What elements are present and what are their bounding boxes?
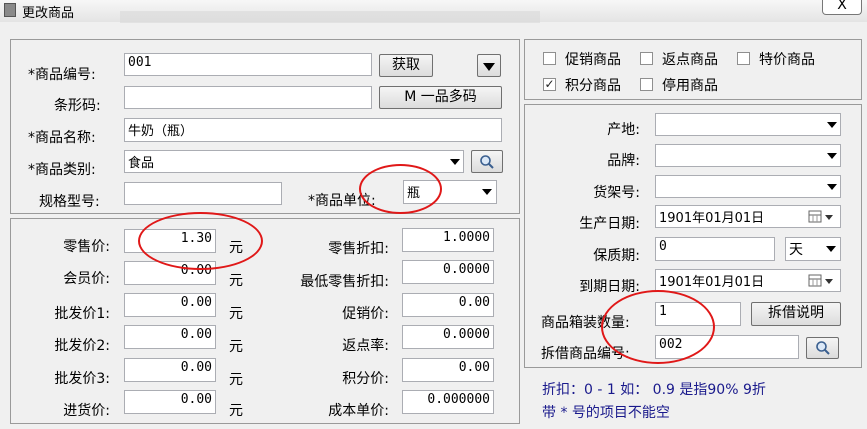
annotation-circle-retail-price: [138, 212, 263, 270]
rebate-rate-label: 返点率:: [342, 338, 389, 354]
annotation-circle-box-quantity: [601, 290, 715, 364]
product-name-input[interactable]: 牛奶（瓶）: [124, 118, 502, 142]
split-code-search-button[interactable]: [806, 337, 839, 359]
rebate-rate-input[interactable]: 0.0000: [402, 325, 494, 349]
window-app-icon: [4, 3, 16, 17]
product-category-label: *商品类别:: [28, 162, 96, 178]
shelf-number-select[interactable]: [655, 175, 841, 198]
promo-product-label: 促销商品: [565, 52, 621, 68]
special-product-checkbox[interactable]: [737, 52, 750, 65]
rebate-product-label: 返点商品: [662, 52, 718, 68]
brand-dropdown-arrow-icon[interactable]: [827, 153, 837, 159]
calendar-dropdown-icon[interactable]: [808, 210, 838, 224]
purchase-price-input[interactable]: 0.00: [124, 390, 216, 414]
retail-price-label: 零售价:: [63, 239, 110, 255]
window-title: 更改商品: [22, 6, 75, 21]
wholesale-price-2-label: 批发价2:: [54, 338, 110, 354]
fetch-button[interactable]: 获取: [379, 54, 433, 77]
barcode-input[interactable]: [124, 86, 372, 109]
cost-unit-price-label: 成本单价:: [328, 403, 389, 419]
wholesale-price-1-label: 批发价1:: [54, 306, 110, 322]
promo-price-label: 促销价:: [342, 306, 389, 322]
disabled-product-label: 停用商品: [662, 78, 718, 94]
calendar-icon: [808, 210, 833, 223]
calendar-icon: [808, 274, 833, 287]
spec-label: 规格型号:: [39, 194, 100, 210]
shelf-dropdown-arrow-icon[interactable]: [827, 184, 837, 190]
annotation-circle-unit: [359, 164, 442, 214]
yuan-unit-label: 元: [229, 372, 243, 388]
points-product-checkbox[interactable]: ✓: [543, 78, 556, 91]
wholesale-price-3-input[interactable]: 0.00: [124, 358, 216, 382]
min-retail-discount-input[interactable]: 0.0000: [402, 260, 494, 284]
yuan-unit-label: 元: [229, 403, 243, 419]
spec-input[interactable]: [124, 182, 282, 205]
promo-product-checkbox[interactable]: [543, 52, 556, 65]
retail-discount-input[interactable]: 1.0000: [402, 228, 494, 252]
member-price-label: 会员价:: [63, 271, 110, 287]
product-name-label: *商品名称:: [28, 130, 96, 146]
search-icon: [815, 341, 830, 355]
category-dropdown-arrow-icon[interactable]: [450, 159, 460, 165]
discount-hint: 折扣：0 - 1 如： 0.9 是指90% 9折: [542, 382, 766, 398]
yuan-unit-label: 元: [229, 273, 243, 289]
origin-select[interactable]: [655, 113, 841, 136]
shelf-life-label: 保质期:: [593, 248, 640, 264]
product-code-input[interactable]: 001: [124, 53, 372, 76]
category-search-button[interactable]: [471, 150, 503, 173]
points-price-label: 积分价:: [342, 371, 389, 387]
cost-unit-price-input[interactable]: 0.000000: [402, 390, 494, 414]
special-product-label: 特价商品: [759, 52, 815, 68]
split-explanation-button[interactable]: 拆借说明: [751, 302, 841, 326]
required-fields-hint: 带 * 号的项目不能空: [542, 405, 670, 421]
close-button[interactable]: X: [822, 0, 862, 15]
purchase-price-label: 进货价:: [63, 403, 110, 419]
min-retail-discount-label: 最低零售折扣:: [300, 274, 389, 290]
shelf-life-unit-dropdown-arrow-icon[interactable]: [826, 246, 836, 252]
promo-price-input[interactable]: 0.00: [402, 293, 494, 317]
multi-code-button[interactable]: M 一品多码: [379, 86, 502, 109]
yuan-unit-label: 元: [229, 306, 243, 322]
shelf-life-input[interactable]: 0: [655, 237, 775, 261]
search-icon: [480, 155, 494, 169]
rebate-product-checkbox[interactable]: [640, 52, 653, 65]
points-price-input[interactable]: 0.00: [402, 358, 494, 382]
wholesale-price-2-input[interactable]: 0.00: [124, 325, 216, 349]
unit-dropdown-arrow-icon[interactable]: [482, 189, 492, 195]
dropdown-arrow-icon: [483, 63, 495, 71]
yuan-unit-label: 元: [229, 339, 243, 355]
brand-label: 品牌:: [607, 153, 640, 169]
production-date-label: 生产日期:: [579, 216, 640, 232]
origin-dropdown-arrow-icon[interactable]: [827, 122, 837, 128]
product-code-label: *商品编号:: [28, 67, 96, 83]
wholesale-price-1-input[interactable]: 0.00: [124, 293, 216, 317]
disabled-product-checkbox[interactable]: [640, 78, 653, 91]
expand-dropdown-button[interactable]: [477, 54, 501, 77]
expiry-date-label: 到期日期:: [579, 279, 640, 295]
background-window-ghost: [120, 11, 540, 23]
wholesale-price-3-label: 批发价3:: [54, 371, 110, 387]
shelf-number-label: 货架号:: [593, 185, 640, 201]
calendar-dropdown-icon[interactable]: [808, 274, 838, 288]
retail-discount-label: 零售折扣:: [328, 241, 389, 257]
origin-label: 产地:: [607, 122, 640, 138]
brand-select[interactable]: [655, 144, 841, 167]
barcode-label: 条形码:: [54, 98, 101, 114]
points-product-label: 积分商品: [565, 78, 621, 94]
